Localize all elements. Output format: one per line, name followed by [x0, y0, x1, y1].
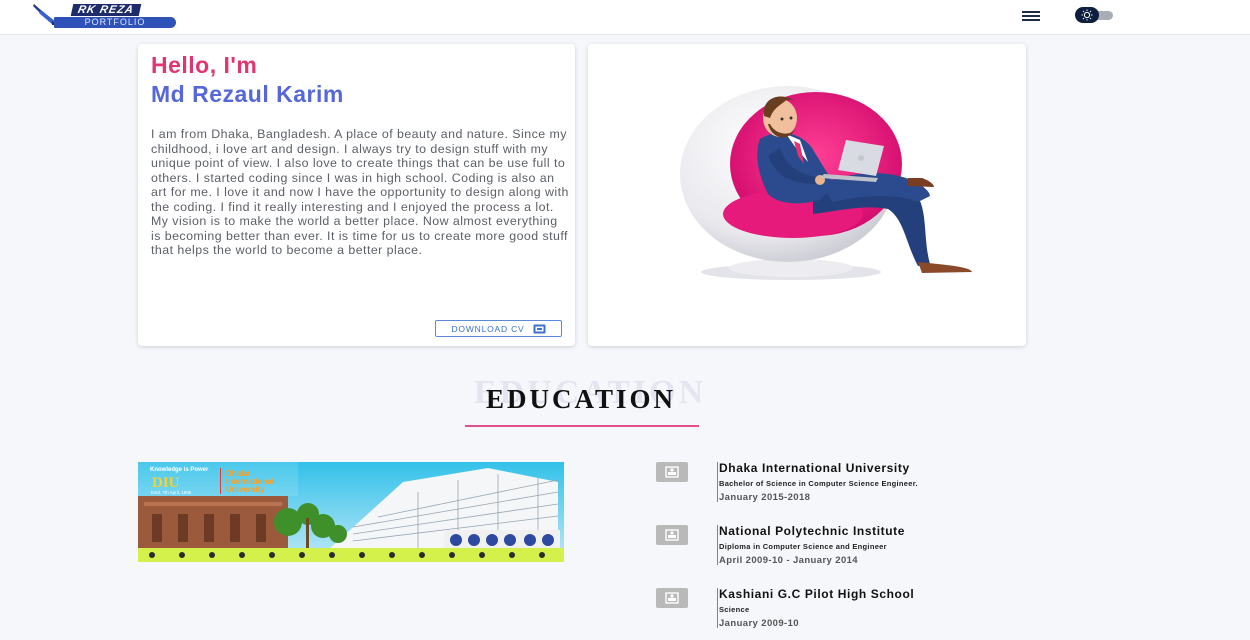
- institution-name: National Polytechnic Institute: [719, 524, 906, 538]
- top-navbar: RK REZA PORTFOLIO: [0, 0, 1250, 35]
- period-text: January 2009-10: [719, 618, 799, 629]
- site-logo[interactable]: RK REZA PORTFOLIO: [32, 2, 182, 30]
- institution-name: Kashiani G.C Pilot High School: [719, 587, 915, 601]
- graduation-icon: [656, 462, 688, 482]
- degree-text: Bachelor of Science in Computer Science …: [719, 479, 918, 488]
- intro-card: Hello, I'm Md Rezaul Karim I am from Dha…: [138, 44, 575, 346]
- download-cv-button[interactable]: DOWNLOAD CV: [435, 320, 562, 337]
- bio-paragraph: I am from Dhaka, Bangladesh. A place of …: [151, 127, 569, 257]
- education-underline: [465, 425, 699, 427]
- man-in-egg-chair-illustration: [680, 86, 972, 280]
- download-cv-label: DOWNLOAD CV: [451, 323, 525, 334]
- education-item: Dhaka International University Bachelor …: [656, 461, 1016, 512]
- sun-icon: [1081, 9, 1093, 21]
- education-item: Kashiani G.C Pilot High School Science J…: [656, 587, 1016, 638]
- degree-text: Diploma in Computer Science and Engineer: [719, 542, 887, 551]
- download-icon: [533, 324, 546, 333]
- banner-estd: Estd. 7th April, 1995: [151, 490, 192, 495]
- education-item: National Polytechnic Institute Diploma i…: [656, 524, 1016, 575]
- university-banner-image: Knowledge is Power DIU Estd. 7th April, …: [138, 462, 564, 562]
- period-text: January 2015-2018: [719, 492, 811, 503]
- degree-text: Science: [719, 605, 750, 614]
- timeline-line: [717, 462, 718, 502]
- logo-bottom-text: PORTFOLIO: [54, 17, 176, 28]
- hamburger-menu-icon[interactable]: [1020, 9, 1042, 23]
- timeline-line: [717, 588, 718, 628]
- institution-name: Dhaka International University: [719, 461, 910, 475]
- greeting-heading: Hello, I'm: [151, 52, 258, 78]
- logo-top-text: RK REZA: [70, 4, 142, 16]
- banner-short-name: DIU: [152, 475, 180, 491]
- education-heading: EDUCATION: [485, 384, 676, 414]
- period-text: April 2009-10 - January 2014: [719, 555, 858, 566]
- name-heading: Md Rezaul Karim: [151, 81, 344, 107]
- graduation-icon: [656, 588, 688, 608]
- graduation-icon: [656, 525, 688, 545]
- hero-illustration-card: [588, 44, 1026, 346]
- theme-toggle[interactable]: [1075, 7, 1115, 23]
- toggle-knob: [1075, 7, 1099, 23]
- timeline-line: [717, 525, 718, 565]
- banner-motto: Knowledge is Power: [150, 467, 209, 473]
- banner-name-line3: University: [226, 485, 265, 494]
